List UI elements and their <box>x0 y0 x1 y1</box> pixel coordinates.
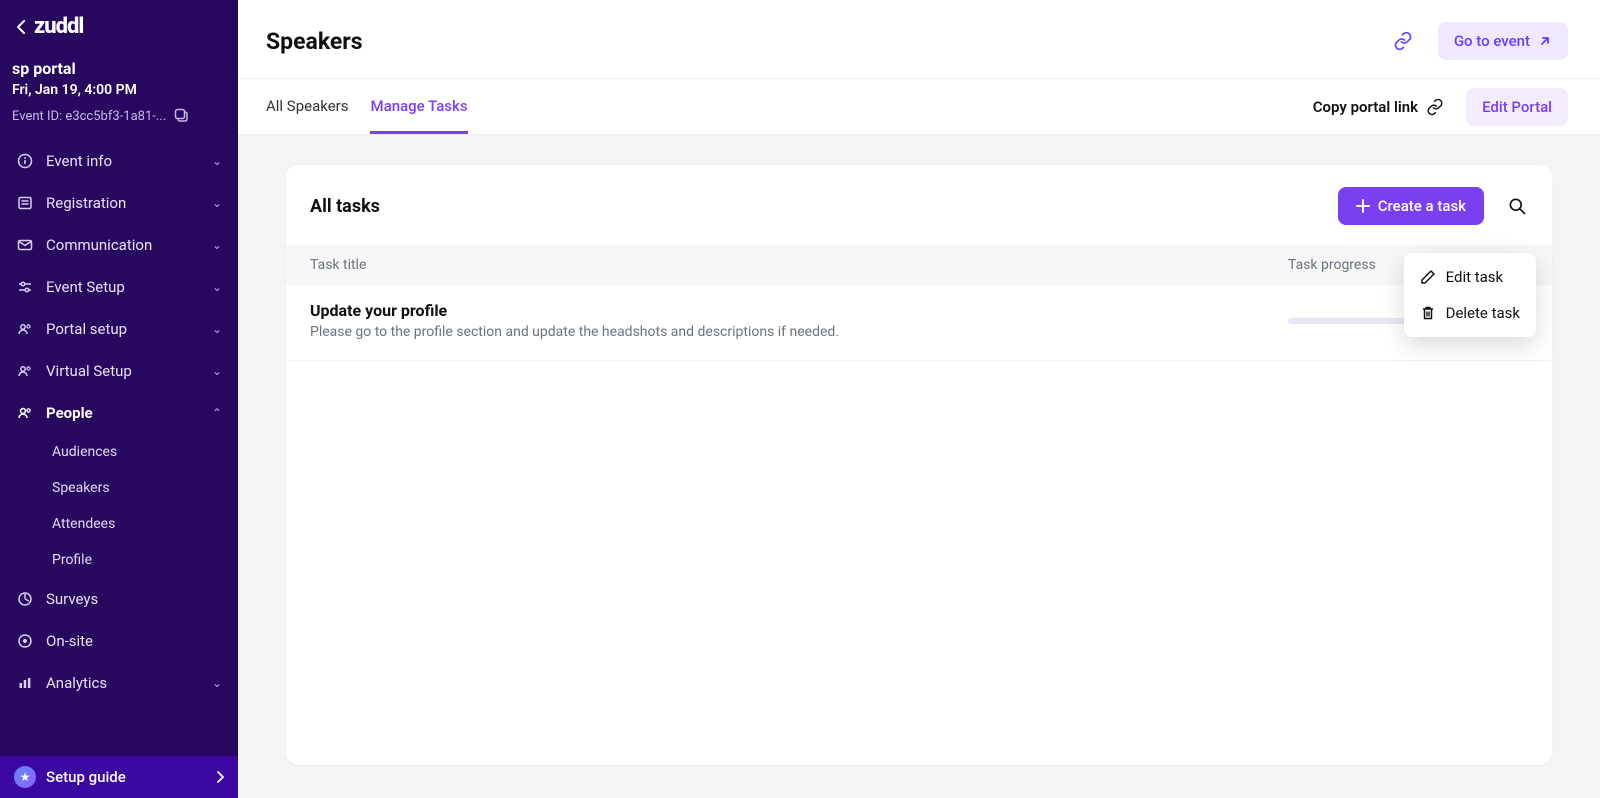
sidebar-item-communication[interactable]: Communication ⌄ <box>4 224 234 266</box>
sidebar-sublist-people: Audiences Speakers Attendees Profile <box>4 434 234 578</box>
copy-icon[interactable] <box>174 108 190 124</box>
task-table-header: Task title Task progress <box>286 245 1552 285</box>
delete-task-label: Delete task <box>1446 304 1520 322</box>
bar-chart-icon <box>16 675 34 691</box>
sidebar-item-people[interactable]: People ⌃ <box>4 392 234 434</box>
survey-icon <box>16 591 34 607</box>
create-task-button[interactable]: Create a task <box>1338 187 1484 225</box>
sidebar-item-label: Event Setup <box>46 278 200 296</box>
sidebar-item-label: Communication <box>46 236 200 254</box>
tasks-section-title: All tasks <box>310 196 1338 217</box>
sidebar-subitem-attendees[interactable]: Attendees <box>42 506 234 542</box>
disc-icon <box>16 633 34 649</box>
sidebar-item-label: Virtual Setup <box>46 362 200 380</box>
search-button[interactable] <box>1506 195 1528 217</box>
sidebar-item-label: Surveys <box>46 590 222 608</box>
edit-portal-button[interactable]: Edit Portal <box>1466 88 1568 126</box>
page-header: Speakers Go to event <box>238 0 1600 79</box>
event-link-button[interactable] <box>1386 24 1420 58</box>
plus-icon <box>1356 199 1370 213</box>
setup-guide-button[interactable]: ★ Setup guide <box>0 756 238 798</box>
edit-task-label: Edit task <box>1446 268 1504 286</box>
sidebar-item-label: Analytics <box>46 674 200 692</box>
chevron-up-icon: ⌃ <box>212 406 222 420</box>
mail-icon <box>16 237 34 253</box>
sidebar-item-onsite[interactable]: On-site <box>4 620 234 662</box>
pencil-icon <box>1420 269 1436 285</box>
portal-name: sp portal <box>12 59 222 78</box>
main-content: Speakers Go to event All Speakers Manage… <box>238 0 1600 798</box>
form-icon <box>16 195 34 211</box>
people-icon <box>16 321 34 337</box>
tab-manage-tasks[interactable]: Manage Tasks <box>370 79 467 134</box>
sidebar-nav: Event info ⌄ Registration ⌄ Communicatio… <box>0 136 238 756</box>
chevron-right-icon <box>216 771 224 783</box>
chevron-down-icon: ⌄ <box>212 322 222 336</box>
task-description: Please go to the profile section and upd… <box>310 324 1288 340</box>
portal-date: Fri, Jan 19, 4:00 PM <box>12 82 222 98</box>
task-row[interactable]: Update your profile Please go to the pro… <box>286 285 1552 361</box>
chevron-down-icon: ⌄ <box>212 364 222 378</box>
sidebar-subitem-profile[interactable]: Profile <box>42 542 234 578</box>
sidebar-item-label: People <box>46 404 200 422</box>
go-to-event-label: Go to event <box>1454 32 1530 50</box>
create-task-label: Create a task <box>1378 197 1466 215</box>
task-context-menu: Edit task Delete task <box>1404 253 1536 337</box>
sidebar-item-surveys[interactable]: Surveys <box>4 578 234 620</box>
sidebar-subitem-audiences[interactable]: Audiences <box>42 434 234 470</box>
sidebar-item-event-info[interactable]: Event info ⌄ <box>4 140 234 182</box>
page-title: Speakers <box>266 28 1386 55</box>
sidebar: zuddl sp portal Fri, Jan 19, 4:00 PM Eve… <box>0 0 238 798</box>
go-to-event-button[interactable]: Go to event <box>1438 22 1568 60</box>
sidebar-item-label: Portal setup <box>46 320 200 338</box>
sidebar-item-label: On-site <box>46 632 222 650</box>
link-icon <box>1426 98 1444 116</box>
chevron-down-icon: ⌄ <box>212 238 222 252</box>
content-area: All tasks Create a task <box>238 135 1600 798</box>
task-title: Update your profile <box>310 301 1288 320</box>
sidebar-item-portal-setup[interactable]: Portal setup ⌄ <box>4 308 234 350</box>
tab-all-speakers[interactable]: All Speakers <box>266 79 348 134</box>
copy-portal-link-button[interactable]: Copy portal link <box>1313 98 1444 116</box>
tabs-row: All Speakers Manage Tasks Copy portal li… <box>238 79 1600 135</box>
tasks-card: All tasks Create a task <box>286 165 1552 765</box>
info-icon <box>16 153 34 169</box>
star-icon: ★ <box>14 766 36 788</box>
chevron-down-icon: ⌄ <box>212 154 222 168</box>
sidebar-item-event-setup[interactable]: Event Setup ⌄ <box>4 266 234 308</box>
arrow-up-right-icon <box>1538 34 1552 48</box>
trash-icon <box>1420 305 1436 321</box>
event-id-label: Event ID: e3cc5bf3-1a81-... <box>12 109 166 124</box>
chevron-left-icon <box>16 20 26 34</box>
sidebar-item-registration[interactable]: Registration ⌄ <box>4 182 234 224</box>
people-icon <box>16 405 34 421</box>
chevron-down-icon: ⌄ <box>212 280 222 294</box>
sidebar-item-label: Registration <box>46 194 200 212</box>
sliders-icon <box>16 279 34 295</box>
setup-guide-label: Setup guide <box>46 768 206 786</box>
back-to-dashboard[interactable]: zuddl <box>16 14 222 39</box>
sidebar-item-label: Event info <box>46 152 200 170</box>
brand-logo: zuddl <box>34 14 83 39</box>
col-task-title: Task title <box>310 257 1288 273</box>
edit-task-menu-item[interactable]: Edit task <box>1404 259 1536 295</box>
chevron-down-icon: ⌄ <box>212 196 222 210</box>
sidebar-item-analytics[interactable]: Analytics ⌄ <box>4 662 234 704</box>
chevron-down-icon: ⌄ <box>212 676 222 690</box>
sidebar-item-virtual-setup[interactable]: Virtual Setup ⌄ <box>4 350 234 392</box>
delete-task-menu-item[interactable]: Delete task <box>1404 295 1536 331</box>
people-icon <box>16 363 34 379</box>
sidebar-subitem-speakers[interactable]: Speakers <box>42 470 234 506</box>
copy-portal-label: Copy portal link <box>1313 98 1418 116</box>
